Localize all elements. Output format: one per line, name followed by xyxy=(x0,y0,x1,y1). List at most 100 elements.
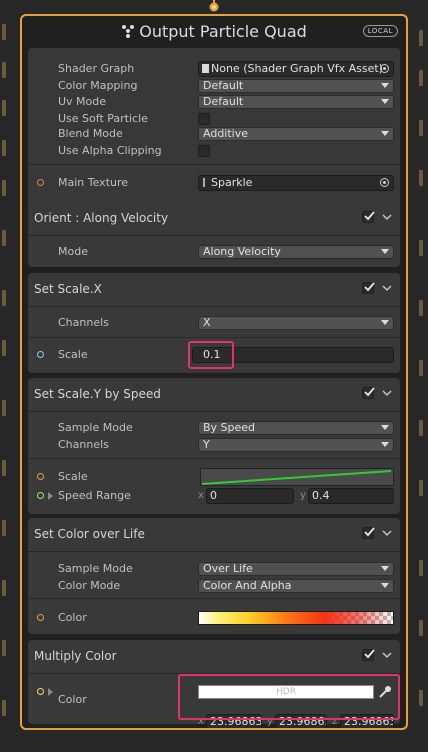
color-gradient-field[interactable] xyxy=(198,611,394,625)
scale-y-channels-label: Channels xyxy=(58,438,109,451)
dropdown-arrow-icon xyxy=(381,249,389,254)
shader-graph-value: None (Shader Graph Vfx Asset) xyxy=(211,62,383,75)
scale-y-sample-mode-value: By Speed xyxy=(203,421,256,434)
object-picker-icon[interactable] xyxy=(380,178,389,187)
texture-icon xyxy=(203,178,205,187)
orient-title: Orient : Along Velocity xyxy=(34,211,169,225)
main-texture-field[interactable]: Sparkle xyxy=(198,175,394,191)
scale-x-label: Scale xyxy=(58,348,88,361)
speed-range-x-input[interactable]: 0 xyxy=(206,488,294,504)
use-soft-particle-toggle[interactable] xyxy=(198,113,210,125)
expand-arrow-icon[interactable] xyxy=(48,492,53,500)
set-color-enable-checkbox[interactable] xyxy=(362,527,375,539)
scale-x-highlight xyxy=(188,341,234,369)
scale-y-channels-row: Channels Y xyxy=(28,437,400,453)
shader-graph-field[interactable]: None (Shader Graph Vfx Asset) xyxy=(198,61,394,77)
color-sample-mode-row: Sample Mode Over Life xyxy=(28,561,400,577)
vector2-input-port[interactable] xyxy=(37,492,44,499)
dropdown-arrow-icon xyxy=(381,566,389,571)
color-gradient-row: Color xyxy=(28,610,400,626)
set-scale-y-header[interactable]: Set Scale.Y by Speed xyxy=(28,378,400,412)
color-mode-row: Color Mode Color And Alpha xyxy=(28,578,400,594)
scale-y-curve-row: Scale xyxy=(28,468,400,486)
speed-range-label: Speed Range xyxy=(58,489,131,502)
orient-mode-value: Along Velocity xyxy=(203,245,281,258)
multiply-color-header[interactable]: Multiply Color xyxy=(28,640,400,674)
uv-mode-dropdown[interactable]: Default xyxy=(198,95,394,109)
orient-enable-checkbox[interactable] xyxy=(362,211,375,223)
set-scale-x-enable-checkbox[interactable] xyxy=(362,282,375,294)
color-mapping-label: Color Mapping xyxy=(58,79,138,92)
divider xyxy=(28,598,400,599)
set-color-block[interactable]: Set Color over Life Sample Mode Over Lif… xyxy=(28,518,400,634)
color-gradient-label: Color xyxy=(58,611,87,624)
collapse-chevron-icon[interactable] xyxy=(382,650,392,660)
curve-input-port[interactable] xyxy=(37,473,44,480)
scale-curve-field[interactable] xyxy=(200,468,394,486)
settings-block: Shader Graph None (Shader Graph Vfx Asse… xyxy=(28,48,400,208)
speed-range-x-label: x xyxy=(198,490,204,501)
set-scale-x-header[interactable]: Set Scale.X xyxy=(28,273,400,307)
texture-input-port[interactable] xyxy=(37,179,44,186)
orient-mode-row: Mode Along Velocity xyxy=(28,244,400,260)
scale-y-sample-mode-dropdown[interactable]: By Speed xyxy=(198,421,394,435)
collapse-chevron-icon[interactable] xyxy=(382,212,392,222)
color-mapping-value: Default xyxy=(203,79,244,92)
set-scale-y-enable-checkbox[interactable] xyxy=(362,387,375,399)
node-title: Output Particle Quad xyxy=(139,22,307,41)
file-icon xyxy=(202,64,209,73)
particle-output-icon xyxy=(122,25,135,38)
scale-y-sample-mode-label: Sample Mode xyxy=(58,421,133,434)
orient-header[interactable]: Orient : Along Velocity xyxy=(28,202,400,236)
set-scale-y-title: Set Scale.Y by Speed xyxy=(34,387,161,401)
blend-mode-dropdown[interactable]: Additive xyxy=(198,127,394,141)
use-soft-particle-label: Use Soft Particle xyxy=(58,112,148,125)
use-soft-particle-row: Use Soft Particle xyxy=(28,111,400,127)
color-input-port[interactable] xyxy=(37,688,44,695)
set-color-header[interactable]: Set Color over Life xyxy=(28,518,400,552)
color-mode-dropdown[interactable]: Color And Alpha xyxy=(198,579,394,593)
orient-mode-dropdown[interactable]: Along Velocity xyxy=(198,245,394,259)
use-alpha-clipping-row: Use Alpha Clipping xyxy=(28,143,400,159)
color-mode-label: Color Mode xyxy=(58,579,121,592)
collapse-chevron-icon[interactable] xyxy=(382,528,392,538)
scale-y-channels-value: Y xyxy=(203,438,210,451)
color-mapping-row: Color Mapping Default xyxy=(28,78,400,94)
orient-mode-label: Mode xyxy=(58,245,88,258)
shader-graph-row: Shader Graph None (Shader Graph Vfx Asse… xyxy=(28,61,400,77)
use-alpha-clipping-toggle[interactable] xyxy=(198,145,210,157)
dropdown-arrow-icon xyxy=(381,442,389,447)
uv-mode-value: Default xyxy=(203,95,244,108)
speed-range-y-input[interactable]: 0.4 xyxy=(308,488,394,504)
uv-mode-row: Uv Mode Default xyxy=(28,94,400,110)
orient-block[interactable]: Orient : Along Velocity Mode Along Veloc… xyxy=(28,202,400,267)
multiply-color-title: Multiply Color xyxy=(34,649,117,663)
main-texture-row: Main Texture Sparkle xyxy=(28,175,400,191)
scale-y-sample-mode-row: Sample Mode By Speed xyxy=(28,420,400,436)
multiply-color-enable-checkbox[interactable] xyxy=(362,649,375,661)
output-particle-quad-node[interactable]: Output Particle Quad LOCAL Shader Graph … xyxy=(20,14,408,730)
collapse-chevron-icon[interactable] xyxy=(382,388,392,398)
dropdown-arrow-icon xyxy=(381,583,389,588)
blend-mode-row: Blend Mode Additive xyxy=(28,126,400,142)
local-space-badge[interactable]: LOCAL xyxy=(362,25,398,37)
color-sample-mode-dropdown[interactable]: Over Life xyxy=(198,562,394,576)
color-sample-mode-label: Sample Mode xyxy=(58,562,133,575)
scale-x-channels-dropdown[interactable]: X xyxy=(198,316,394,330)
multiply-color-label: Color xyxy=(58,693,87,706)
set-scale-y-block[interactable]: Set Scale.Y by Speed Sample Mode By Spee… xyxy=(28,378,400,514)
float-input-port[interactable] xyxy=(37,351,44,358)
scale-y-channels-dropdown[interactable]: Y xyxy=(198,438,394,452)
flow-input-port[interactable] xyxy=(208,0,220,14)
set-scale-x-title: Set Scale.X xyxy=(34,282,102,296)
collapse-chevron-icon[interactable] xyxy=(382,283,392,293)
gradient-input-port[interactable] xyxy=(37,614,44,621)
node-title-bar[interactable]: Output Particle Quad xyxy=(22,18,406,46)
expand-arrow-icon[interactable] xyxy=(48,688,53,696)
set-scale-x-block[interactable]: Set Scale.X Channels X Scale 0.1 xyxy=(28,273,400,373)
scale-y-curve-label: Scale xyxy=(58,470,88,483)
object-picker-icon[interactable] xyxy=(380,64,389,73)
main-texture-label: Main Texture xyxy=(58,176,129,189)
scale-x-channels-value: X xyxy=(203,316,211,329)
color-mapping-dropdown[interactable]: Default xyxy=(198,79,394,93)
